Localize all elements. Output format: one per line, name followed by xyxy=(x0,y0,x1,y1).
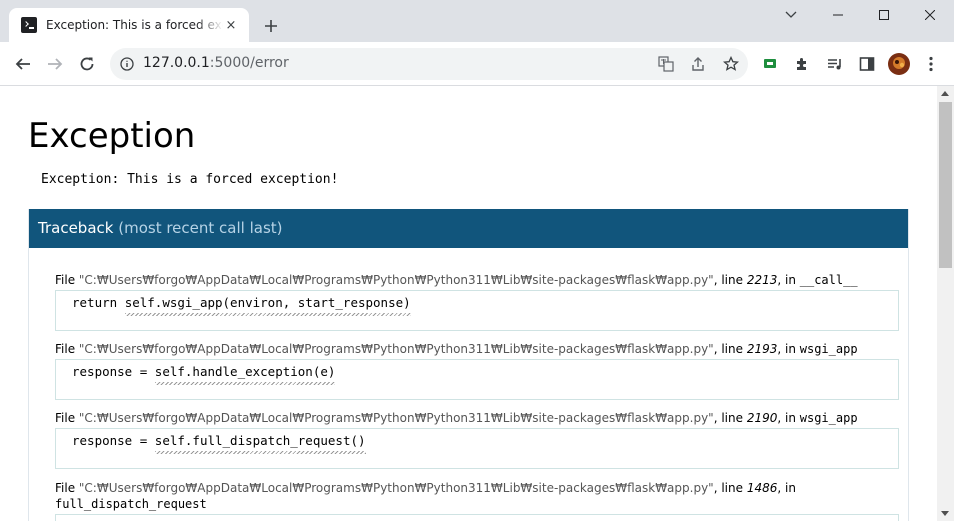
traceback-frame[interactable]: File "C:₩Users₩forgo₩AppData₩Local₩Progr… xyxy=(55,480,899,521)
code-highlight: self.wsgi_app(environ, start_response) xyxy=(124,295,411,310)
scroll-down-arrow-icon[interactable] xyxy=(941,511,949,516)
avatar-icon xyxy=(888,53,910,75)
line-prefix: , line xyxy=(713,273,747,287)
page-viewport: Exception Exception: This is a forced ex… xyxy=(0,86,954,521)
code-line: return self.wsgi_app(environ, start_resp… xyxy=(55,290,899,331)
media-control-button[interactable] xyxy=(823,52,847,76)
address-bar[interactable]: 127.0.0.1:5000/error xyxy=(110,48,748,80)
line-number: 1486 xyxy=(746,481,778,495)
file-path: "C:₩Users₩forgo₩AppData₩Local₩Programs₩P… xyxy=(78,342,714,356)
minimize-icon xyxy=(833,14,843,16)
bookmark-button[interactable] xyxy=(719,52,743,76)
frame-location: File "C:₩Users₩forgo₩AppData₩Local₩Progr… xyxy=(55,341,899,357)
forward-button[interactable] xyxy=(43,52,67,76)
side-panel-icon xyxy=(859,57,875,71)
code-line: response = self.handle_exception(e) xyxy=(55,359,899,400)
traceback-frame[interactable]: File "C:₩Users₩forgo₩AppData₩Local₩Progr… xyxy=(55,410,899,469)
scroll-up-arrow-icon[interactable] xyxy=(941,91,949,96)
code-prefix: response = xyxy=(72,364,155,379)
in-prefix: , in xyxy=(777,273,800,287)
line-prefix: , line xyxy=(713,342,747,356)
extension-green-button[interactable] xyxy=(758,52,782,76)
line-number: 2190 xyxy=(746,411,778,425)
browser-menu-button[interactable] xyxy=(919,52,943,76)
url-path: :5000/error xyxy=(209,55,289,71)
vertical-scrollbar[interactable] xyxy=(937,86,954,521)
extensions-button[interactable] xyxy=(790,52,814,76)
reload-button[interactable] xyxy=(75,52,99,76)
line-prefix: , line xyxy=(713,481,747,495)
traceback-frame[interactable]: File "C:₩Users₩forgo₩AppData₩Local₩Progr… xyxy=(55,341,899,400)
code-line xyxy=(55,514,899,521)
code-line: response = self.full_dispatch_request() xyxy=(55,428,899,469)
traceback-header: Traceback (most recent call last) xyxy=(29,209,908,248)
line-prefix: , line xyxy=(713,411,747,425)
frame-location: File "C:₩Users₩forgo₩AppData₩Local₩Progr… xyxy=(55,410,899,426)
tab-search-button[interactable] xyxy=(768,0,814,30)
window-close-icon xyxy=(925,10,935,20)
function-name: wsgi_app xyxy=(799,411,858,425)
translate-button[interactable] xyxy=(654,52,678,76)
in-prefix: , in xyxy=(777,411,800,425)
share-button[interactable] xyxy=(686,52,710,76)
line-number: 2193 xyxy=(746,342,778,356)
file-path: "C:₩Users₩forgo₩AppData₩Local₩Programs₩P… xyxy=(78,411,714,425)
function-name: full_dispatch_request xyxy=(55,497,207,511)
code-prefix: response = xyxy=(72,433,155,448)
playlist-icon xyxy=(828,59,841,70)
file-path: "C:₩Users₩forgo₩AppData₩Local₩Programs₩P… xyxy=(78,273,714,287)
chevron-down-icon xyxy=(785,11,797,18)
tab-strip: Exception: This is a forced exception! × xyxy=(0,0,954,42)
side-panel-button[interactable] xyxy=(855,52,879,76)
maximize-icon xyxy=(879,10,889,20)
maximize-button[interactable] xyxy=(861,0,907,30)
file-prefix: File xyxy=(55,342,79,356)
file-path: "C:₩Users₩forgo₩AppData₩Local₩Programs₩P… xyxy=(78,481,714,495)
star-icon xyxy=(723,56,739,71)
file-prefix: File xyxy=(55,481,79,495)
tab-active[interactable]: Exception: This is a forced exception! × xyxy=(9,8,249,42)
browser-toolbar: 127.0.0.1:5000/error xyxy=(0,42,954,86)
minimize-button[interactable] xyxy=(815,0,861,30)
frame-location: File "C:₩Users₩forgo₩AppData₩Local₩Progr… xyxy=(55,272,899,288)
code-highlight: self.handle_exception(e) xyxy=(154,364,336,379)
share-icon xyxy=(692,57,704,71)
file-prefix: File xyxy=(55,411,79,425)
translate-icon xyxy=(658,56,674,72)
line-number: 2213 xyxy=(746,273,778,287)
in-prefix: , in xyxy=(777,481,796,495)
url-host: 127.0.0.1 xyxy=(143,55,210,71)
code-highlight: self.full_dispatch_request() xyxy=(154,433,366,448)
frame-location: File "C:₩Users₩forgo₩AppData₩Local₩Progr… xyxy=(55,480,899,512)
function-name: __call__ xyxy=(799,273,858,287)
page-title: Exception xyxy=(28,116,196,156)
url-text: 127.0.0.1:5000/error xyxy=(143,55,289,71)
arrow-right-icon xyxy=(48,58,63,70)
puzzle-icon xyxy=(797,58,806,70)
close-icon[interactable]: × xyxy=(223,17,239,33)
reload-icon xyxy=(80,57,94,71)
scrollbar-thumb[interactable] xyxy=(939,102,952,268)
function-name: wsgi_app xyxy=(799,342,858,356)
back-button[interactable] xyxy=(11,52,35,76)
window-close-button[interactable] xyxy=(907,0,953,30)
file-prefix: File xyxy=(55,273,79,287)
arrow-left-icon xyxy=(15,58,30,70)
monitor-icon xyxy=(764,59,776,68)
info-icon xyxy=(120,57,134,71)
traceback-label: Traceback xyxy=(38,219,114,237)
traceback-frame[interactable]: File "C:₩Users₩forgo₩AppData₩Local₩Progr… xyxy=(55,272,899,331)
profile-avatar[interactable] xyxy=(887,52,911,76)
exception-message: Exception: This is a forced exception! xyxy=(41,172,339,187)
traceback-panel: Traceback (most recent call last) File "… xyxy=(28,209,909,521)
kebab-menu-icon xyxy=(929,56,933,72)
code-prefix: return xyxy=(72,295,125,310)
plus-icon xyxy=(265,20,277,32)
terminal-icon xyxy=(21,17,37,33)
in-prefix: , in xyxy=(777,342,800,356)
traceback-sub: (most recent call last) xyxy=(118,219,283,237)
tab-title: Exception: This is a forced exception! xyxy=(46,18,223,32)
new-tab-button[interactable] xyxy=(259,14,283,38)
